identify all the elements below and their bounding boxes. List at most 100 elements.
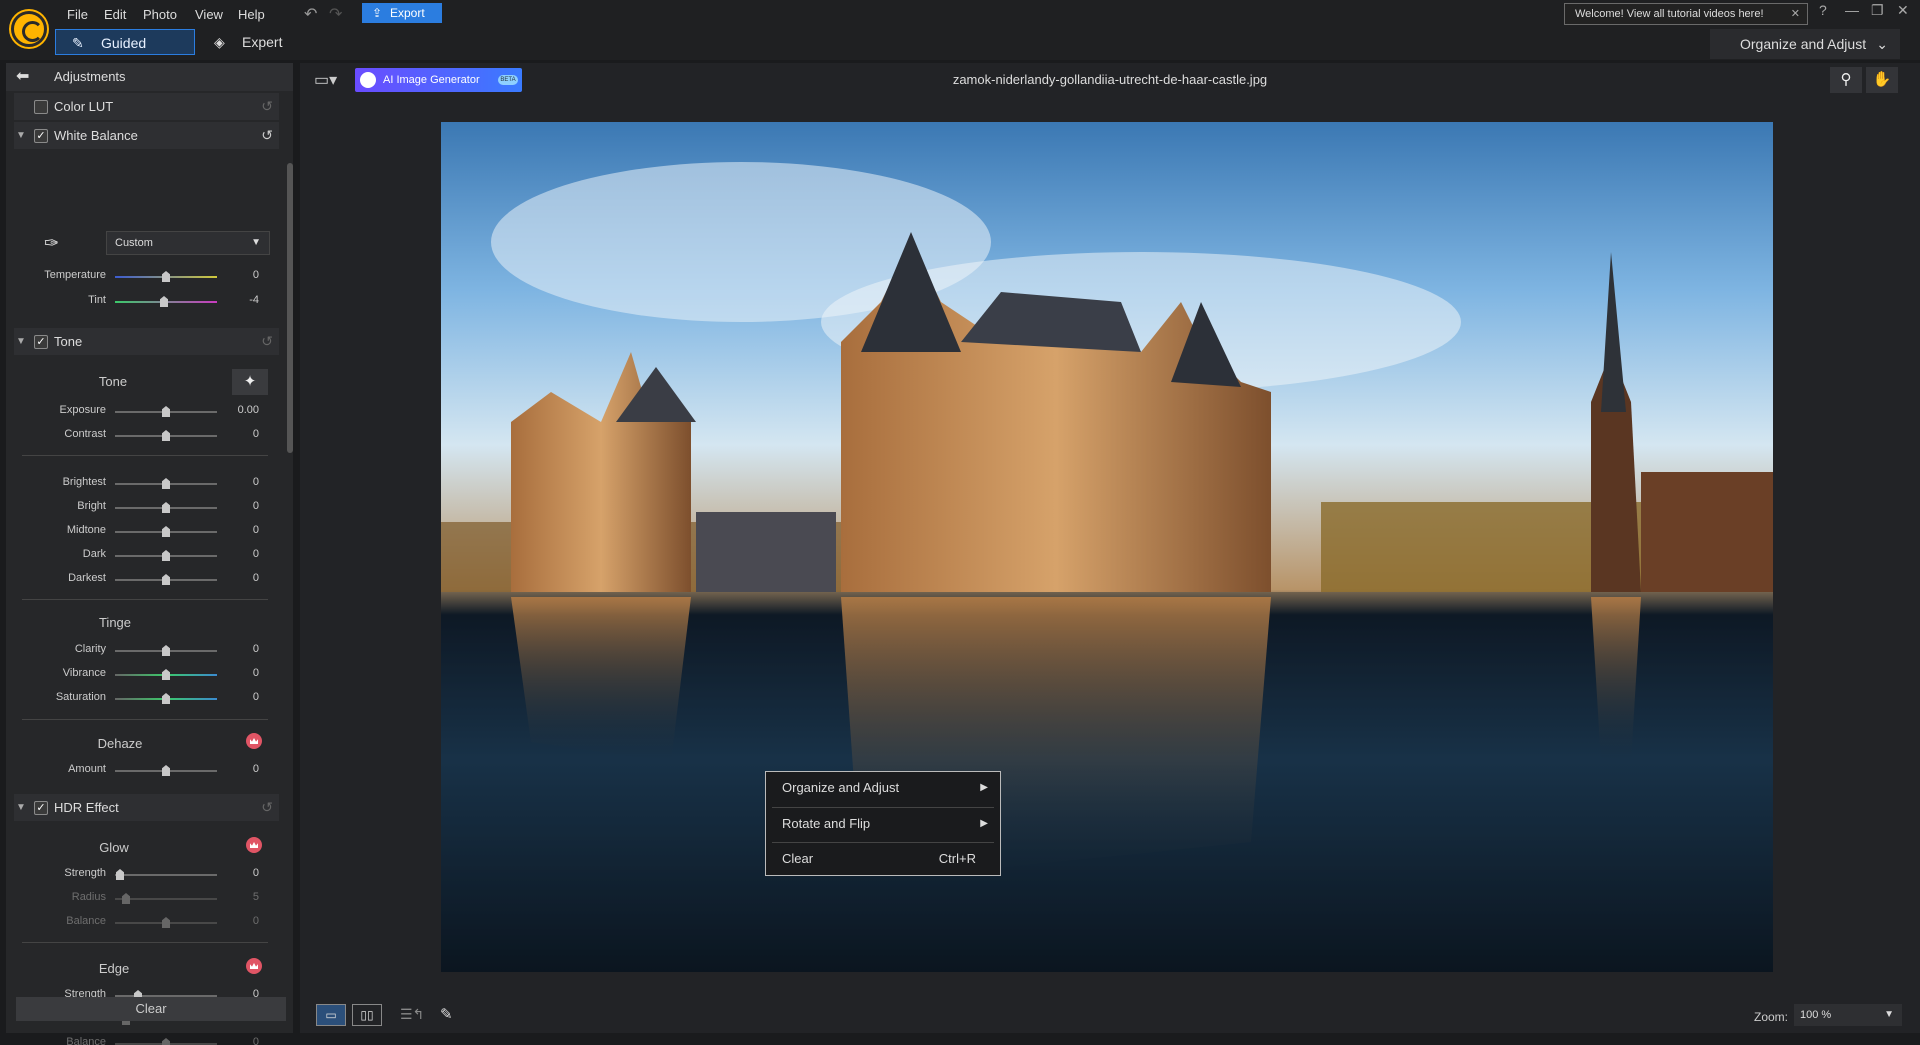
title-bar: File Edit Photo View Help ↶ ↷ ⇪ Export ✎ G… xyxy=(0,0,1920,60)
restore-icon[interactable]: ❐ xyxy=(1871,2,1884,19)
glow-heading: Glow xyxy=(99,840,129,855)
brightest-slider[interactable]: Brightest 0 xyxy=(14,473,274,493)
minimize-icon[interactable]: — xyxy=(1845,2,1859,18)
color-lut-checkbox[interactable] xyxy=(34,100,48,114)
section-color-lut[interactable]: Color LUT ↺ xyxy=(14,93,279,120)
menu-view[interactable]: View xyxy=(195,7,223,22)
slider-handle[interactable] xyxy=(162,693,170,704)
hand-tool-icon[interactable]: ✋ xyxy=(1866,67,1898,93)
menu-item-organize-adjust[interactable]: Organize and Adjust ▶ xyxy=(766,772,1000,804)
slider-handle[interactable] xyxy=(160,296,168,307)
vibrance-slider[interactable]: Vibrance 0 xyxy=(14,664,274,684)
close-icon[interactable]: ✕ xyxy=(1791,4,1800,24)
dehaze-amount-slider[interactable]: Amount 0 xyxy=(14,760,274,780)
undo-icon[interactable]: ↶ xyxy=(304,4,317,24)
tone-checkbox[interactable]: ✓ xyxy=(34,335,48,349)
context-menu: Organize and Adjust ▶ Rotate and Flip ▶ Cl… xyxy=(765,771,1001,876)
slider-label: Darkest xyxy=(68,572,106,584)
bright-slider[interactable]: Bright 0 xyxy=(14,497,274,517)
slider-handle[interactable] xyxy=(162,574,170,585)
preset-value: Custom xyxy=(115,237,153,249)
section-tone[interactable]: ▼ ✓ Tone ↺ xyxy=(14,328,279,355)
menu-help[interactable]: Help xyxy=(238,7,265,22)
slider-handle[interactable] xyxy=(162,478,170,489)
auto-tone-icon[interactable]: ✦ xyxy=(232,369,268,395)
export-button[interactable]: ⇪ Export xyxy=(362,3,442,23)
white-balance-checkbox[interactable]: ✓ xyxy=(34,129,48,143)
exposure-slider[interactable]: Exposure 0.00 xyxy=(14,401,274,421)
panel-scrollbar[interactable] xyxy=(287,163,293,453)
filmstrip-icon[interactable]: ☰↰ xyxy=(400,1006,424,1023)
layers-icon: ◈ xyxy=(214,34,225,50)
glow-strength-slider[interactable]: Strength 0 xyxy=(14,864,274,884)
reset-icon[interactable]: ↺ xyxy=(261,93,273,120)
menu-file[interactable]: File xyxy=(67,7,88,22)
clear-button[interactable]: Clear xyxy=(16,997,286,1021)
slider-label: Balance xyxy=(66,915,106,927)
dark-slider[interactable]: Dark 0 xyxy=(14,545,274,565)
darkest-slider[interactable]: Darkest 0 xyxy=(14,569,274,589)
premium-crown-icon[interactable] xyxy=(246,958,262,974)
chevron-down-icon[interactable]: ▼ xyxy=(16,328,26,355)
expert-mode-button[interactable]: ◈ Expert xyxy=(212,29,282,55)
chevron-down-icon[interactable]: ▼ xyxy=(16,794,26,821)
menu-item-clear[interactable]: Clear Ctrl+R xyxy=(766,843,1000,875)
eyedropper-icon[interactable]: ✑ xyxy=(44,233,59,254)
slider-handle[interactable] xyxy=(162,430,170,441)
slider-handle[interactable] xyxy=(162,502,170,513)
section-white-balance[interactable]: ▼ ✓ White Balance ↺ xyxy=(14,122,279,149)
saturation-slider[interactable]: Saturation 0 xyxy=(14,688,274,708)
reset-icon[interactable]: ↺ xyxy=(261,328,273,355)
temperature-slider[interactable]: Temperature 0 xyxy=(14,266,274,286)
slider-handle[interactable] xyxy=(162,765,170,776)
help-icon[interactable]: ? xyxy=(1819,2,1827,18)
tutorial-text: Welcome! View all tutorial videos here! xyxy=(1575,8,1764,20)
back-arrow-icon[interactable]: ⬅ xyxy=(16,63,29,91)
compare-view-icon[interactable]: ▯▯ xyxy=(352,1004,382,1026)
section-hdr-effect[interactable]: ▼ ✓ HDR Effect ↺ xyxy=(14,794,279,821)
slider-handle xyxy=(122,893,130,904)
slider-handle[interactable] xyxy=(162,550,170,561)
contrast-slider[interactable]: Contrast 0 xyxy=(14,425,274,445)
reset-icon[interactable]: ↺ xyxy=(261,122,273,149)
premium-crown-icon[interactable] xyxy=(246,733,262,749)
slider-handle[interactable] xyxy=(116,869,124,880)
clarity-slider[interactable]: Clarity 0 xyxy=(14,640,274,660)
redo-icon[interactable]: ↷ xyxy=(329,4,342,24)
slider-handle[interactable] xyxy=(162,669,170,680)
slider-handle[interactable] xyxy=(162,406,170,417)
slider-handle[interactable] xyxy=(162,271,170,282)
export-icon: ⇪ xyxy=(372,6,383,20)
photo-canvas[interactable] xyxy=(441,122,1773,972)
zoom-tool-icon[interactable]: ⚲ xyxy=(1830,67,1862,93)
dehaze-heading: Dehaze xyxy=(97,736,143,751)
slider-value: 0.00 xyxy=(237,404,259,416)
adjustments-title: Adjustments xyxy=(54,69,126,84)
premium-crown-icon[interactable] xyxy=(246,837,262,853)
hdr-checkbox[interactable]: ✓ xyxy=(34,801,48,815)
slider-handle[interactable] xyxy=(162,645,170,656)
slider-label: Brightest xyxy=(62,476,106,488)
slider-value: 0 xyxy=(252,572,259,584)
menu-edit[interactable]: Edit xyxy=(104,7,126,22)
midtone-slider[interactable]: Midtone 0 xyxy=(14,521,274,541)
zoom-select[interactable]: 100 % ▼ xyxy=(1794,1004,1902,1026)
slider-value: 0 xyxy=(252,763,259,775)
guided-mode-button[interactable]: ✎ Guided xyxy=(55,29,195,55)
menu-photo[interactable]: Photo xyxy=(143,7,177,22)
brush-icon[interactable]: ✎ xyxy=(440,1005,453,1023)
menu-item-rotate-flip[interactable]: Rotate and Flip ▶ xyxy=(766,808,1000,840)
slider-handle[interactable] xyxy=(162,526,170,537)
white-balance-preset-select[interactable]: Custom ▼ xyxy=(106,231,270,255)
reset-icon[interactable]: ↺ xyxy=(261,794,273,821)
slider-label: Tint xyxy=(88,294,106,306)
window-close-icon[interactable]: ✕ xyxy=(1897,2,1909,19)
tutorial-banner[interactable]: Welcome! View all tutorial videos here! ✕ xyxy=(1564,3,1808,25)
workspace-select[interactable]: Organize and Adjust ⌄ xyxy=(1710,29,1900,59)
tint-slider[interactable]: Tint -4 xyxy=(14,291,274,311)
hdr-label: HDR Effect xyxy=(54,800,119,815)
single-view-icon[interactable]: ▭ xyxy=(316,1004,346,1026)
color-lut-label: Color LUT xyxy=(54,99,114,114)
slider-label: Midtone xyxy=(66,524,106,536)
chevron-down-icon[interactable]: ▼ xyxy=(16,122,26,149)
